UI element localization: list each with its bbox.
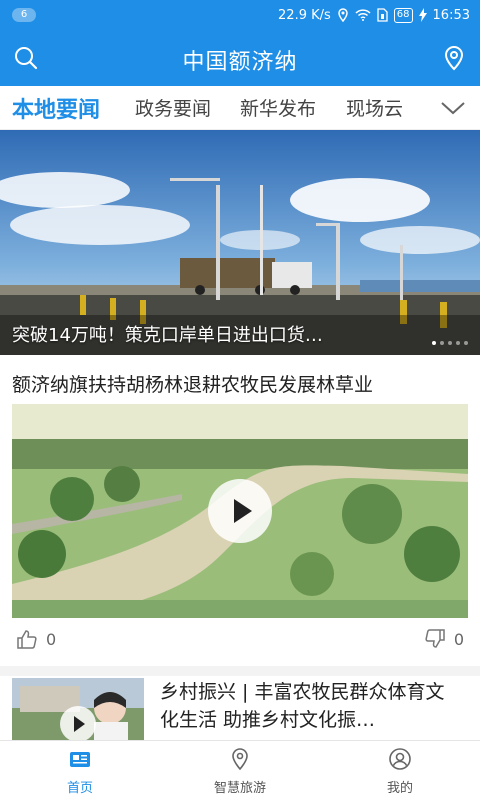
carousel-dot [456,341,460,345]
article-title[interactable]: 额济纳旗扶持胡杨林退耕农牧民发展林草业 [12,370,373,397]
carousel-dot [464,341,468,345]
tab-government-news[interactable]: 政务要闻 [135,94,211,121]
like-count: 0 [46,629,57,649]
carousel-indicator [432,341,468,345]
bottom-navigation: 首页 智慧旅游 我的 [0,740,480,800]
like-button[interactable]: 0 [16,628,56,650]
carousel-dot [448,341,452,345]
network-speed: 22.9 K/s [278,7,331,23]
article-title: 乡村振兴 | 丰富农牧民群众体育文化生活 助推乡村文化振… [160,681,445,731]
article-actions: 0 0 [0,626,480,656]
sim-icon [377,8,388,22]
thumbs-up-icon [17,630,37,649]
play-button[interactable] [60,706,96,740]
carousel-dot [432,341,436,345]
charging-icon [418,8,427,22]
dislike-button[interactable]: 0 [424,628,464,650]
chevron-down-icon [441,102,465,115]
tab-xinhua-release[interactable]: 新华发布 [240,94,316,121]
page-title: 中国额济纳 [182,50,298,75]
battery-icon: 68 [393,7,413,23]
tabs-more-button[interactable] [440,98,466,118]
tab-local-news[interactable]: 本地要闻 [12,92,100,124]
dislike-count: 0 [453,629,464,649]
divider [0,666,480,676]
status-icons: 22.9 K/s 68 16:53 [278,0,470,30]
nav-mine[interactable]: 我的 [340,747,460,796]
location-pin-icon [444,45,464,71]
location-icon [338,8,348,22]
article-thumbnail[interactable] [12,678,144,740]
wifi-icon [355,9,371,21]
thumbs-down-icon [425,629,445,648]
app-header: 中国额济纳 [0,30,480,86]
banner-caption: 突破14万吨！策克口岸单日进出口货… [12,325,323,346]
status-bar: 6 22.9 K/s 68 16:53 [0,0,480,30]
nav-home-label: 首页 [66,781,93,796]
list-item[interactable]: 乡村振兴 | 丰富农牧民群众体育文化生活 助推乡村文化振… [0,676,480,740]
video-player[interactable] [12,404,468,618]
nav-smart-tourism[interactable]: 智慧旅游 [180,747,300,796]
carousel-dot [440,341,444,345]
nav-mine-label: 我的 [386,781,413,796]
nav-smart-tourism-label: 智慧旅游 [213,781,266,796]
category-tabs: 本地要闻 政务要闻 新华发布 现场云 [0,86,480,130]
user-icon [389,748,411,770]
banner-carousel[interactable]: 突破14万吨！策克口岸单日进出口货… [0,130,480,355]
play-button[interactable] [208,479,272,543]
location-icon [232,748,248,771]
nav-home[interactable]: 首页 [20,747,140,796]
location-button[interactable] [440,44,468,72]
notification-badge: 6 [12,8,36,22]
clock: 16:53 [432,7,470,23]
news-icon [70,752,90,767]
tab-live-cloud[interactable]: 现场云 [346,94,403,121]
